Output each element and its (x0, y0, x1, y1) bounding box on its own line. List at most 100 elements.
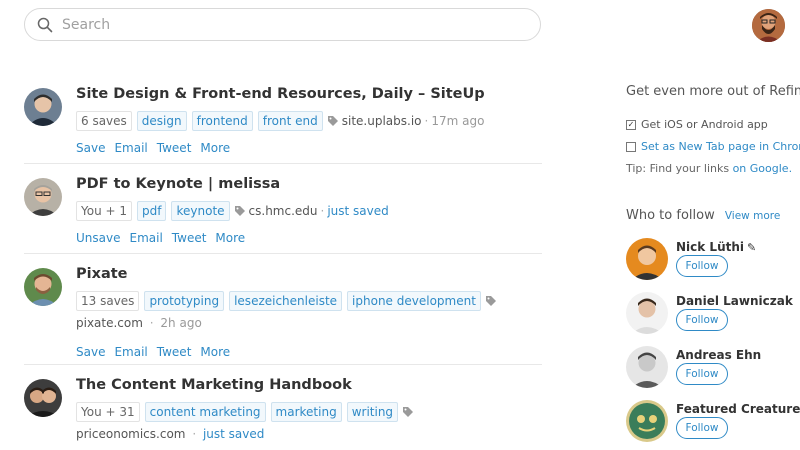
unsave-link[interactable]: Unsave (76, 231, 120, 245)
separator: · (424, 114, 429, 128)
search-input[interactable] (62, 16, 502, 33)
tag[interactable]: lesezeichenleiste (229, 291, 343, 311)
checkbox-unchecked-icon[interactable] (626, 141, 636, 152)
tag[interactable]: iphone development (347, 291, 481, 311)
avatar[interactable] (24, 268, 62, 306)
person-name[interactable]: Daniel Lawniczak (676, 294, 793, 308)
tweet-link[interactable]: Tweet (157, 345, 192, 359)
checkbox-checked-icon[interactable]: ✓ (626, 119, 636, 130)
search-bar[interactable] (24, 8, 541, 41)
avatar[interactable] (626, 346, 668, 388)
more-link[interactable]: More (215, 231, 245, 245)
feed-item: Site Design & Front-end Resources, Daily… (24, 74, 542, 164)
newtab-option[interactable]: Set as New Tab page in Chrome (626, 140, 800, 153)
user-avatar[interactable] (752, 9, 785, 42)
save-link[interactable]: Save (76, 141, 105, 155)
option-label: Get iOS or Android app (641, 118, 768, 131)
who-to-follow-heading: Who to follow View more (626, 208, 780, 223)
feed: Site Design & Front-end Resources, Daily… (24, 74, 542, 450)
more-link[interactable]: More (200, 345, 230, 359)
item-meta: You + 31 content marketing marketing wri… (76, 401, 417, 423)
follow-suggestion: Nick Lüthi ✎ Follow (626, 238, 800, 282)
tag[interactable]: front end (257, 111, 323, 131)
item-meta: 13 saves prototyping lesezeichenleiste i… (76, 290, 500, 312)
avatar[interactable] (24, 88, 62, 126)
item-domain[interactable]: pixate.com (76, 316, 143, 330)
follow-button[interactable]: Follow (676, 363, 728, 385)
tag[interactable]: design (136, 111, 187, 131)
feed-item: The Content Marketing Handbook You + 31 … (24, 365, 542, 450)
avatar[interactable] (626, 292, 668, 334)
tag-icon[interactable] (403, 407, 414, 417)
item-time: 17m ago (431, 114, 485, 128)
tag-icon[interactable] (234, 206, 245, 216)
follow-suggestion: Daniel Lawniczak Follow (626, 292, 800, 336)
save-count[interactable]: 13 saves (76, 291, 140, 311)
item-time: just saved (202, 427, 265, 441)
tag[interactable]: prototyping (144, 291, 225, 311)
search-icon (37, 17, 53, 32)
save-count[interactable]: 6 saves (76, 111, 132, 131)
feed-item: Pixate 13 saves prototyping lesezeichenl… (24, 254, 542, 365)
tip-prefix: Tip: Find your links (626, 162, 730, 175)
avatar[interactable] (24, 178, 62, 216)
tweet-link[interactable]: Tweet (172, 231, 207, 245)
follow-suggestion: Andreas Ehn Follow (626, 346, 800, 390)
tweet-link[interactable]: Tweet (157, 141, 192, 155)
tip-text: Tip: Find your links on Google. (626, 162, 792, 175)
item-title[interactable]: PDF to Keynote | melissa (76, 176, 280, 192)
person-name[interactable]: Featured Creature (676, 402, 800, 416)
item-meta: You + 1 pdf keynote cs.hmc.edu · just sa… (76, 200, 389, 222)
item-domain[interactable]: cs.hmc.edu (249, 204, 318, 218)
person-name[interactable]: Nick Lüthi ✎ (676, 240, 756, 254)
tag-icon[interactable] (327, 116, 338, 126)
tag-icon[interactable] (485, 296, 496, 306)
tag[interactable]: content marketing (144, 402, 266, 422)
item-meta: 6 saves design frontend front end site.u… (76, 110, 484, 132)
avatar[interactable] (626, 238, 668, 280)
view-more-link[interactable]: View more (725, 210, 780, 222)
tag[interactable]: pdf (137, 201, 167, 221)
item-actions: Save Email Tweet More (76, 141, 239, 155)
feed-item: PDF to Keynote | melissa You + 1 pdf key… (24, 164, 542, 254)
item-time: just saved (327, 204, 389, 218)
item-title[interactable]: Site Design & Front-end Resources, Daily… (76, 86, 485, 102)
more-link[interactable]: More (200, 141, 230, 155)
avatar[interactable] (626, 400, 668, 442)
follow-button[interactable]: Follow (676, 417, 728, 439)
promo-title: Get even more out of Refind (626, 84, 800, 99)
email-link[interactable]: Email (129, 231, 162, 245)
avatar[interactable] (24, 379, 62, 417)
save-link[interactable]: Save (76, 345, 105, 359)
email-link[interactable]: Email (114, 141, 147, 155)
save-count[interactable]: You + 31 (76, 402, 140, 422)
item-actions: Unsave Email Tweet More (76, 231, 254, 245)
item-domain[interactable]: priceonomics.com (76, 427, 185, 441)
separator: · (149, 316, 154, 330)
item-title[interactable]: Pixate (76, 266, 128, 282)
save-count[interactable]: You + 1 (76, 201, 133, 221)
pencil-icon[interactable]: ✎ (747, 241, 756, 254)
google-link[interactable]: on Google. (733, 162, 793, 175)
item-domain[interactable]: site.uplabs.io (342, 114, 422, 128)
follow-button[interactable]: Follow (676, 309, 728, 331)
tag[interactable]: keynote (171, 201, 230, 221)
follow-suggestion: Featured Creature Follow (626, 400, 800, 444)
tag[interactable]: frontend (191, 111, 253, 131)
item-time: 2h ago (160, 316, 202, 330)
app-option[interactable]: ✓ Get iOS or Android app (626, 118, 768, 131)
person-name[interactable]: Andreas Ehn (676, 348, 761, 362)
separator: · (192, 427, 197, 441)
item-meta-line2: priceonomics.com · just saved (76, 427, 264, 441)
item-title[interactable]: The Content Marketing Handbook (76, 377, 352, 393)
follow-button[interactable]: Follow (676, 255, 728, 277)
sidebar: Get even more out of Refind ✓ Get iOS or… (626, 84, 800, 442)
tag[interactable]: marketing (270, 402, 342, 422)
tag[interactable]: writing (346, 402, 399, 422)
item-meta-line2: pixate.com · 2h ago (76, 316, 202, 330)
option-label[interactable]: Set as New Tab page in Chrome (641, 140, 800, 153)
email-link[interactable]: Email (114, 345, 147, 359)
separator: · (320, 204, 325, 218)
who-to-follow-label: Who to follow (626, 208, 715, 223)
item-actions: Save Email Tweet More (76, 345, 239, 359)
